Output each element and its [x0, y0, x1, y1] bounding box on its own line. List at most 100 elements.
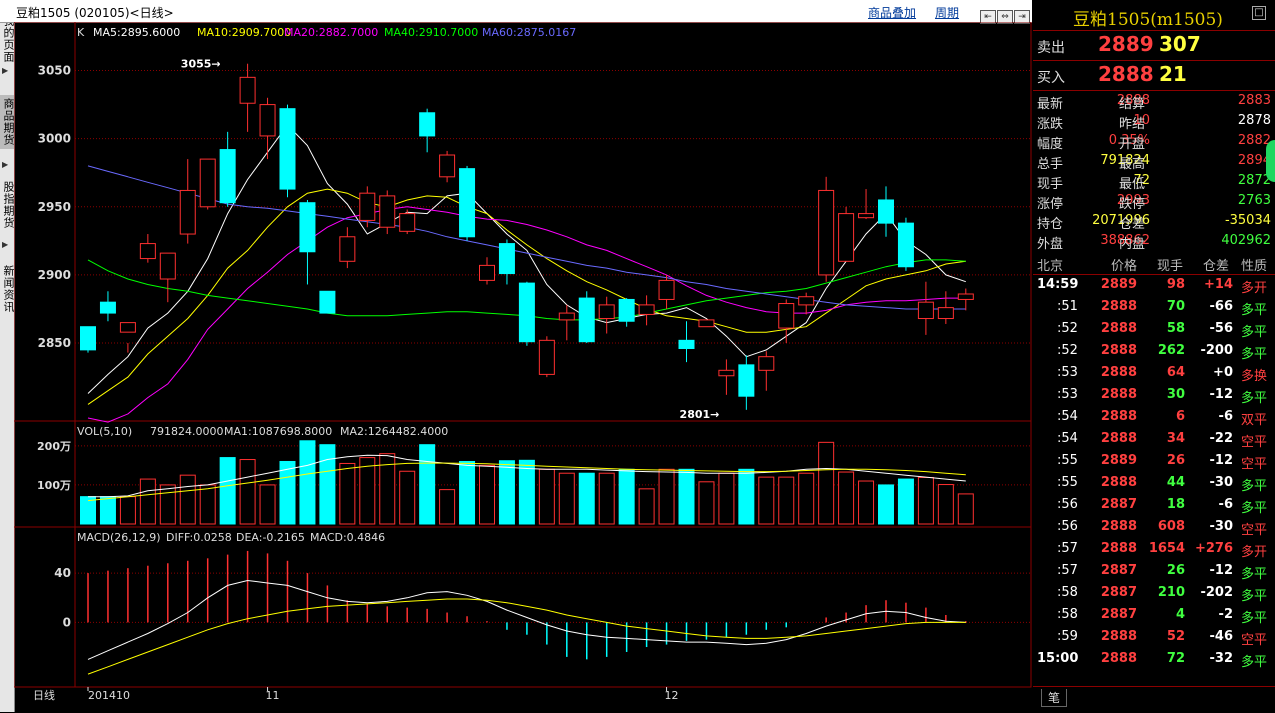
macd-panel-label: MACD(26,12,9): [77, 531, 161, 544]
tick-row[interactable]: :58 2887 4 -2 多平: [1033, 604, 1275, 626]
tick-row[interactable]: :56 2887 18 -6 多平: [1033, 494, 1275, 516]
candle-body: [838, 213, 855, 262]
candlesticks: [80, 63, 974, 410]
sidebar-tab-index-futures[interactable]: 股指期货: [0, 178, 15, 232]
volume-bar: [399, 470, 416, 525]
tick-row[interactable]: :54 2888 6 -6 双平: [1033, 406, 1275, 428]
sidebar-tab-news[interactable]: 新闻资讯: [0, 262, 15, 316]
tick-volume: 18: [1166, 497, 1185, 512]
price-tick-label: 3050: [38, 64, 71, 78]
tick-type: 多平: [1241, 567, 1268, 582]
tick-oi-change: -22: [1209, 431, 1234, 446]
period-link[interactable]: 周期: [935, 4, 959, 21]
x-axis-ticks: 201410 11 12: [87, 687, 679, 702]
tick-row[interactable]: :53 2888 30 -12 多平: [1033, 384, 1275, 406]
sell-price: 2889: [1098, 32, 1154, 56]
tick-time: :52: [1057, 321, 1078, 336]
tick-price: 2888: [1100, 365, 1137, 380]
chevron-right-icon: ▶: [2, 160, 9, 169]
volume-bar: [179, 474, 196, 525]
legend-ma10: MA10:2909.7000: [197, 26, 291, 39]
candle-body: [419, 112, 436, 137]
volume-bar: [498, 460, 515, 525]
candle-body: [399, 213, 416, 232]
chart-frame: [14, 22, 1032, 688]
tick-row[interactable]: :55 2889 26 -12 空平: [1033, 450, 1275, 472]
volume-bar: [479, 464, 495, 525]
tick-type: 双平: [1241, 413, 1268, 428]
candle-body: [99, 301, 116, 314]
quote-stat-label: 总手: [1037, 157, 1064, 172]
x-tick-label: 201410: [88, 689, 130, 702]
tick-row[interactable]: :58 2887 210 -202 多平: [1033, 582, 1275, 604]
tick-row[interactable]: :52 2888 262 -200 多平: [1033, 340, 1275, 362]
candle-body: [199, 158, 216, 208]
tick-row[interactable]: :52 2888 58 -56 多平: [1033, 318, 1275, 340]
candle-body: [758, 356, 775, 371]
tick-type: 多换: [1241, 369, 1268, 384]
tick-row[interactable]: :53 2888 64 +0 多换: [1033, 362, 1275, 384]
quote-stat-value: 2883: [1237, 93, 1271, 108]
volume-bar: [319, 444, 336, 525]
legend-dea: DEA:-0.2165: [236, 531, 305, 544]
volume-bar: [259, 484, 276, 525]
tick-volume: 4: [1175, 607, 1185, 622]
tick-row[interactable]: :51 2888 70 -66 多平: [1033, 296, 1275, 318]
volume-bar: [518, 459, 535, 525]
buy-row: 买入 2888 21: [1033, 60, 1275, 91]
tick-row[interactable]: :59 2888 52 -46 空平: [1033, 626, 1275, 648]
tick-type: 多平: [1241, 391, 1268, 406]
tick-oi-change: -6: [1218, 497, 1233, 512]
tick-volume: 58: [1166, 321, 1185, 336]
tick-row[interactable]: 14:59 2889 98 +14 多开: [1033, 274, 1275, 296]
tick-row[interactable]: :57 2887 26 -12 多平: [1033, 560, 1275, 582]
price-tick-label: 2950: [38, 200, 71, 214]
tick-oi-change: -66: [1209, 299, 1234, 314]
buy-volume: 21: [1159, 62, 1187, 86]
volume-bar: [937, 484, 954, 525]
candle-body: [558, 312, 575, 321]
tick-type: 空平: [1241, 435, 1268, 450]
overlay-commodity-link[interactable]: 商品叠加: [868, 4, 916, 21]
menu-icon[interactable]: □: [1252, 6, 1266, 20]
volume-bar: [838, 471, 855, 525]
quote-stat-row: 外盘 388862 内盘 402962: [1033, 231, 1275, 252]
tick-time: :54: [1057, 431, 1078, 446]
tick-time: :58: [1057, 585, 1078, 600]
tick-row[interactable]: :54 2888 34 -22 空平: [1033, 428, 1275, 450]
candle-body: [459, 168, 476, 238]
volume-bar: [239, 459, 256, 525]
volume-bar: [598, 472, 615, 525]
tick-time: :52: [1057, 343, 1078, 358]
quote-stat-row: 总手 791824 最高 2894: [1033, 151, 1275, 172]
tick-row[interactable]: :55 2888 44 -30 多平: [1033, 472, 1275, 494]
candle-body: [897, 222, 914, 268]
tick-row[interactable]: 15:00 2888 72 -32 多平: [1033, 648, 1275, 670]
tick-row[interactable]: :57 2888 1654 +276 多开: [1033, 538, 1275, 560]
tick-volume: 26: [1166, 453, 1185, 468]
sidebar-tab-commodity-futures[interactable]: 商品期货: [0, 95, 15, 149]
tick-volume: 98: [1166, 277, 1185, 292]
tick-volume: 608: [1157, 519, 1185, 534]
tab-ticks[interactable]: 笔: [1041, 689, 1068, 707]
candle-body: [179, 189, 196, 235]
tick-type: 多平: [1241, 325, 1268, 340]
side-float-button[interactable]: [1266, 140, 1275, 182]
tick-time: :57: [1057, 541, 1078, 556]
tick-time: :56: [1057, 519, 1078, 534]
tick-type: 多平: [1241, 303, 1268, 318]
volume-bar: [279, 460, 296, 525]
quote-stat-value: -35034: [1224, 213, 1271, 228]
tick-header: 北京 价格 现手 仓差 性质: [1033, 254, 1275, 275]
volume-bar: [578, 472, 595, 525]
quote-stat-row: 最新 2888 结算 2883: [1033, 91, 1275, 112]
legend-vol-ma1: MA1:1087698.8000: [224, 425, 332, 438]
volume-bar: [339, 462, 356, 525]
tick-type: 多平: [1241, 501, 1268, 516]
tick-oi-change: -56: [1209, 321, 1234, 336]
kline-chart[interactable]: 2850 2900 2950 3000 3050 100万 200万 0 40 K MA5:28…: [14, 22, 1032, 712]
tick-row[interactable]: :56 2888 608 -30 空平: [1033, 516, 1275, 538]
tick-oi-change: -200: [1200, 343, 1233, 358]
tick-type: 空平: [1241, 633, 1268, 648]
candle-body: [279, 108, 296, 190]
